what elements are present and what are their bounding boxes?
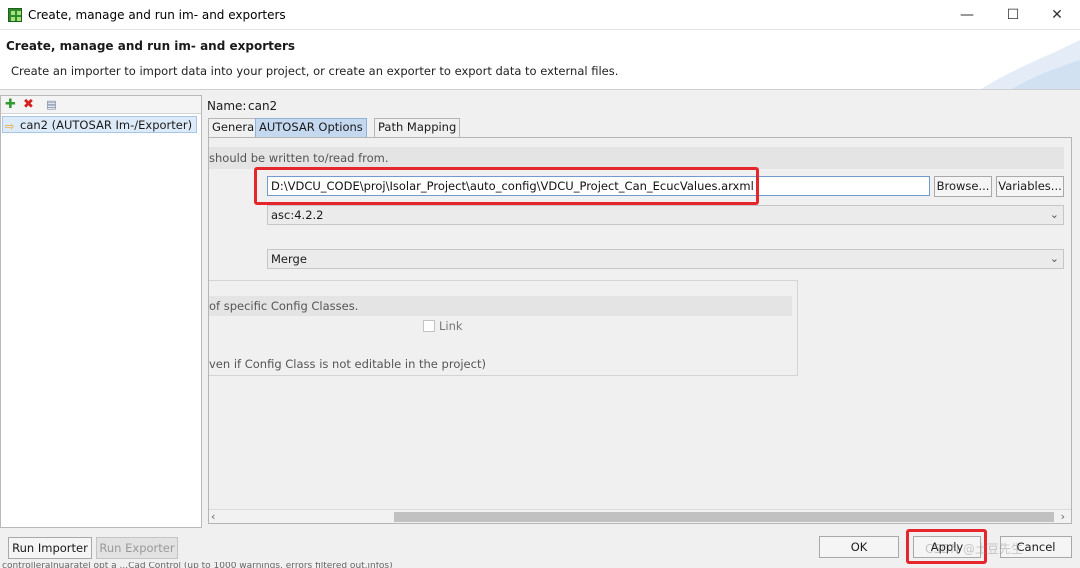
copy-icon[interactable]: ▤ (45, 98, 58, 111)
exporter-detail-pane: Name: can2 General AUTOSAR Options Path … (202, 95, 1080, 528)
tab-path-mapping[interactable]: Path Mapping (374, 118, 461, 137)
tab-autosar-options[interactable]: AUTOSAR Options (255, 118, 367, 137)
header-description: Create an importer to import data into y… (11, 64, 619, 78)
run-importer-button[interactable]: Run Importer (8, 537, 92, 559)
chevron-down-icon: ⌄ (1049, 252, 1059, 265)
delete-icon[interactable]: ✖ (22, 98, 35, 111)
version-select-value: asc:4.2.2 (271, 208, 324, 222)
file-section-header: should be written to/read from. (209, 147, 1064, 169)
add-icon[interactable]: ✚ (4, 98, 17, 111)
header-decoration-graphic (981, 40, 1080, 89)
horizontal-scrollbar[interactable]: ‹ › (209, 509, 1071, 523)
scrollbar-thumb[interactable] (394, 512, 1054, 522)
ok-button[interactable]: OK (819, 536, 899, 558)
watermark: CSDN @土豆先生 (925, 542, 1024, 556)
config-class-group: of specific Config Classes. Link ven if … (209, 280, 798, 376)
list-toolbar: ✚ ✖ ▤ (1, 96, 201, 114)
dialog-header: Create, manage and run im- and exporters… (0, 30, 1080, 90)
exporter-list-pane: ✚ ✖ ▤ ⇨ can2 (AUTOSAR Im-/Exporter) (0, 95, 202, 528)
scroll-right-icon[interactable]: › (1061, 510, 1065, 523)
window-title: Create, manage and run im- and exporters (28, 8, 286, 22)
browse-button[interactable]: Browse... (934, 176, 992, 197)
config-section-text: of specific Config Classes. (209, 299, 359, 313)
tab-general[interactable]: General (208, 118, 262, 137)
chevron-down-icon: ⌄ (1049, 208, 1059, 221)
list-item-can2[interactable]: ⇨ can2 (AUTOSAR Im-/Exporter) (2, 116, 198, 133)
status-text: controlleralnuaratel opt a ...Cad Contro… (2, 562, 393, 568)
app-icon (8, 8, 22, 22)
link-checkbox[interactable] (423, 320, 435, 332)
file-section-text: should be written to/read from. (209, 151, 389, 165)
name-label: Name: (207, 99, 247, 113)
mode-select[interactable]: Merge ⌄ (267, 249, 1064, 269)
exporter-arrow-icon: ⇨ (5, 120, 15, 133)
minimize-button[interactable]: — (944, 0, 990, 30)
scroll-left-icon[interactable]: ‹ (211, 510, 215, 523)
version-select[interactable]: asc:4.2.2 ⌄ (267, 205, 1064, 225)
header-title: Create, manage and run im- and exporters (6, 39, 296, 53)
file-path-input[interactable]: D:\VDCU_CODE\proj\Isolar_Project\auto_co… (267, 176, 930, 196)
mode-select-value: Merge (271, 252, 307, 266)
name-value: can2 (248, 99, 278, 113)
config-note: ven if Config Class is not editable in t… (209, 357, 486, 371)
variables-button[interactable]: Variables... (996, 176, 1064, 197)
config-section-header: of specific Config Classes. (209, 296, 792, 316)
list-item-label: can2 (AUTOSAR Im-/Exporter) (20, 118, 193, 132)
title-bar: Create, manage and run im- and exporters… (0, 0, 1080, 30)
run-exporter-button[interactable]: Run Exporter (96, 537, 178, 559)
close-button[interactable]: ✕ (1034, 0, 1080, 30)
maximize-button[interactable]: ☐ (990, 0, 1036, 30)
link-label: Link (439, 319, 463, 333)
autosar-options-panel: should be written to/read from. D:\VDCU_… (208, 137, 1072, 524)
